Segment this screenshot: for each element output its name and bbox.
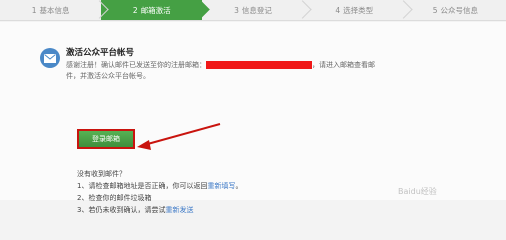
watermark: Baidu经验 <box>398 187 437 196</box>
step-1-number: 1 <box>31 5 37 15</box>
progress-steps: 1 基本信息 2 邮箱激活 3 信息登记 4 选择类型 5 公众号信息 <box>0 0 506 21</box>
activation-description: 感谢注册！确认邮件已发送至你的注册邮箱： ，请进入邮箱查看邮件，并激活公众平台帐号… <box>66 60 386 82</box>
mail-icon-glyph <box>44 53 56 63</box>
step-4-label: 选择类型 <box>343 5 374 15</box>
login-email-button[interactable]: 登录邮箱 <box>77 129 135 149</box>
redacted-email <box>206 61 312 69</box>
step-2-label: 邮箱激活 <box>140 5 171 15</box>
step-3-label: 信息登记 <box>241 5 272 15</box>
help-item-2: 2、检查你的邮件垃圾箱 <box>77 194 152 202</box>
step-4: 4 选择类型 <box>304 0 413 20</box>
resend-link[interactable]: 重新发送 <box>165 206 193 214</box>
help-question: 没有收到邮件？ <box>77 170 126 178</box>
step-5-label: 公众号信息 <box>440 5 479 15</box>
help-item-1: 1、请检查邮箱地址是否正确，你可以返回重新填写。 <box>77 180 242 192</box>
step-5: 5 公众号信息 <box>405 0 506 20</box>
help-section: 没有收到邮件？ 1、请检查邮箱地址是否正确，你可以返回重新填写。 2、检查你的邮… <box>77 168 242 216</box>
step-1: 1 基本信息 <box>0 0 109 20</box>
step-4-number: 4 <box>335 5 341 15</box>
description-prefix: 感谢注册！确认邮件已发送至你的注册邮箱： <box>66 61 206 69</box>
step-3: 3 信息登记 <box>202 0 312 20</box>
step-3-number: 3 <box>234 5 239 15</box>
annotation-arrow <box>137 123 221 150</box>
step-2-number: 2 <box>132 5 138 15</box>
step-1-label: 基本信息 <box>39 5 70 15</box>
help-item-3: 3、若仍未收到确认，请尝试重新发送 <box>77 204 242 216</box>
activation-panel: 激活公众平台帐号 感谢注册！确认邮件已发送至你的注册邮箱： ，请进入邮箱查看邮件，… <box>0 22 506 214</box>
step-5-number: 5 <box>432 5 438 15</box>
page-title: 激活公众平台帐号 <box>66 48 135 58</box>
mail-icon <box>40 48 60 68</box>
refill-link[interactable]: 重新填写 <box>207 182 235 190</box>
help-item-1-text: 1、请检查邮箱地址是否正确，你可以返回 <box>77 182 208 190</box>
help-item-3-text: 3、若仍未收到确认，请尝试 <box>77 206 166 214</box>
step-2: 2 邮箱激活 <box>101 0 211 20</box>
help-item-1-suffix: 。 <box>235 182 243 190</box>
